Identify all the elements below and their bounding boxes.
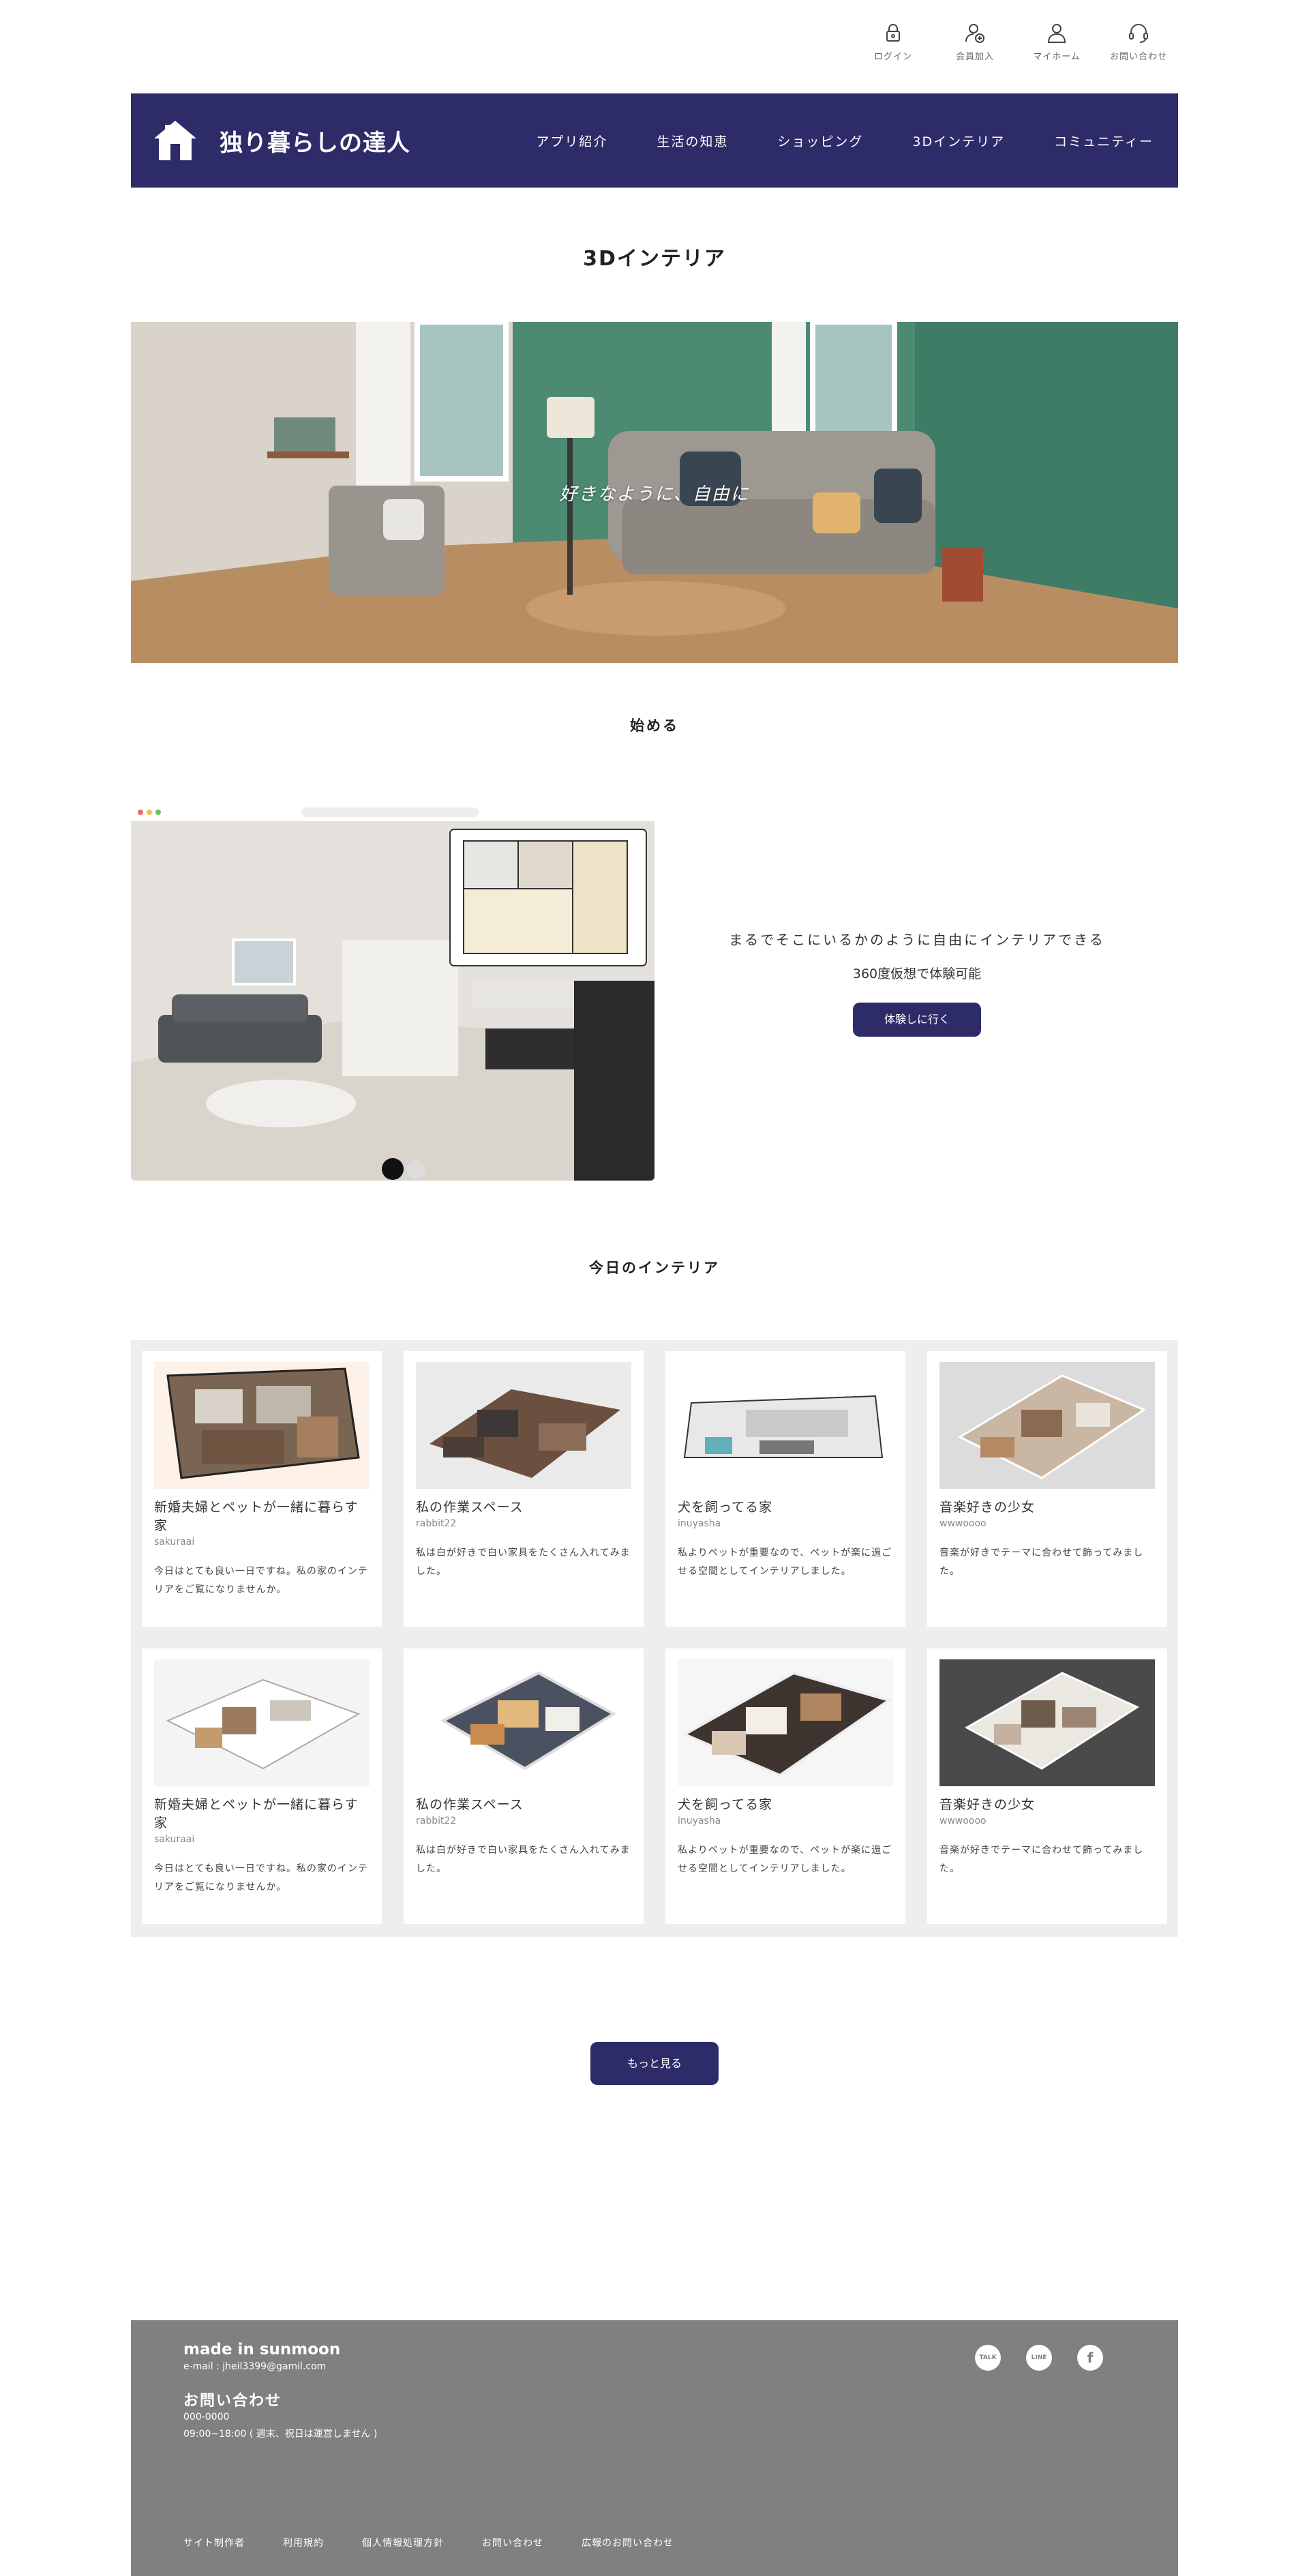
card-title: 犬を飼ってる家 — [678, 1500, 773, 1515]
interior-card[interactable]: 犬を飼ってる家 inuyasha 私よりペットが重要なので、ペットが楽に過ごせる… — [665, 1351, 905, 1627]
hero-caption: 好きなように、自由に — [559, 484, 750, 505]
card-title: 音楽好きの少女 — [939, 1797, 1036, 1812]
nav-item-shopping[interactable]: ショッピング — [777, 132, 863, 150]
card-image — [939, 1659, 1155, 1786]
interior-card[interactable]: 音楽好きの少女 wwwoooo 音楽が好きでテーマに合わせて飾ってみました。 — [927, 1351, 1167, 1627]
today-heading: 今日のインテリア — [589, 1260, 720, 1276]
card-desc: 今日はとても良い一日ですね。私の家のインテリアをご覧になりませんか。 — [154, 1566, 368, 1595]
card-user: inuyasha — [678, 1816, 721, 1826]
line-icon[interactable]: LINE — [1026, 2345, 1052, 2371]
card-desc: 今日はとても良い一日ですね。私の家のインテリアをご覧になりませんか。 — [154, 1863, 368, 1893]
virtual-tour-preview[interactable] — [131, 803, 654, 1181]
nav-item-life-tips[interactable]: 生活の知恵 — [657, 132, 728, 150]
card-user: sakuraai — [154, 1537, 195, 1548]
house-icon — [154, 121, 196, 160]
card-user: wwwoooo — [939, 1518, 987, 1529]
try-it-button[interactable]: 体験しに行く — [853, 1003, 981, 1037]
login-link[interactable]: ログイン — [852, 20, 934, 62]
card-desc: 私は白が好きで白い家具をたくさん入れてみました。 — [416, 1548, 631, 1577]
kakaotalk-icon[interactable]: TALK — [975, 2345, 1001, 2371]
card-user: wwwoooo — [939, 1816, 987, 1826]
social-links: TALK LINE f — [975, 2345, 1103, 2371]
nav-item-app-intro[interactable]: アプリ紹介 — [536, 132, 607, 150]
contact-link[interactable]: お問い合わせ — [1098, 20, 1179, 62]
nav-item-3d-interior[interactable]: 3Dインテリア — [912, 132, 1005, 150]
start-text: まるでそこにいるかのように自由にインテリアできる 360度仮想で体験可能 体験し… — [682, 929, 1152, 1037]
hero-banner: 好きなように、自由に — [131, 322, 1178, 663]
card-title: 新婚夫婦とペットが一緒に暮らす家 — [154, 1797, 359, 1831]
footer-hours: 09:00~18:00 ( 週末、祝日は運営しません ) — [183, 2429, 378, 2440]
card-user: rabbit22 — [416, 1816, 457, 1826]
start-sub: 360度仮想で体験可能 — [852, 966, 982, 981]
start-heading: 始める — [630, 717, 679, 734]
footer-link-pr-contact[interactable]: 広報のお問い合わせ — [582, 2536, 674, 2549]
start-lead: まるでそこにいるかのように自由にインテリアできる — [729, 932, 1105, 948]
interior-card[interactable]: 新婚夫婦とペットが一緒に暮らす家 sakuraai 今日はとても良い一日ですね。… — [142, 1351, 382, 1627]
site-logo[interactable]: 独り暮らしの達人 — [151, 117, 410, 164]
card-title: 私の作業スペース — [416, 1500, 524, 1515]
main-nav: アプリ紹介 生活の知恵 ショッピング 3Dインテリア コミュニティー — [487, 132, 1154, 150]
utility-nav: ログイン 会員加入 マイホーム お問い合わせ — [852, 20, 1179, 62]
card-user: sakuraai — [154, 1834, 195, 1845]
add-user-icon — [965, 24, 984, 43]
footer-link-creator[interactable]: サイト制作者 — [183, 2536, 245, 2549]
page-title: 3Dインテリア — [583, 247, 726, 271]
card-image — [678, 1362, 893, 1489]
card-image — [939, 1362, 1155, 1489]
card-image — [416, 1659, 631, 1786]
card-title: 私の作業スペース — [416, 1797, 524, 1812]
interior-card[interactable]: 犬を飼ってる家 inuyasha 私よりペットが重要なので、ペットが楽に過ごせる… — [665, 1648, 905, 1924]
card-image — [154, 1659, 370, 1786]
signup-label: 会員加入 — [955, 52, 994, 62]
footer-links: サイト制作者 利用規約 個人情報処理方針 お問い合わせ 広報のお問い合わせ — [183, 2536, 712, 2549]
login-label: ログイン — [873, 52, 912, 62]
lock-icon — [886, 24, 900, 42]
footer-brand: made in sunmoon — [183, 2341, 341, 2358]
footer-phone: 000-0000 — [183, 2412, 230, 2423]
card-desc: 私よりペットが重要なので、ペットが楽に過ごせる空間としてインテリアしました。 — [678, 1548, 892, 1577]
contact-label: お問い合わせ — [1109, 52, 1167, 62]
interior-card[interactable]: 新婚夫婦とペットが一緒に暮らす家 sakuraai 今日はとても良い一日ですね。… — [142, 1648, 382, 1924]
card-image — [154, 1362, 370, 1489]
card-title: 新婚夫婦とペットが一緒に暮らす家 — [154, 1500, 359, 1533]
card-user: rabbit22 — [416, 1518, 457, 1529]
footer-link-terms[interactable]: 利用規約 — [283, 2536, 324, 2549]
card-desc: 音楽が好きでテーマに合わせて飾ってみました。 — [939, 1548, 1144, 1577]
card-title: 音楽好きの少女 — [939, 1500, 1036, 1515]
card-user: inuyasha — [678, 1518, 721, 1529]
footer-link-contact[interactable]: お問い合わせ — [482, 2536, 543, 2549]
card-image — [416, 1362, 631, 1489]
facebook-icon[interactable]: f — [1077, 2345, 1103, 2371]
nav-item-community[interactable]: コミュニティー — [1054, 132, 1154, 150]
more-button[interactable]: もっと見る — [590, 2042, 719, 2085]
interior-card[interactable]: 音楽好きの少女 wwwoooo 音楽が好きでテーマに合わせて飾ってみました。 — [927, 1648, 1167, 1924]
footer-contact-title: お問い合わせ — [183, 2393, 282, 2410]
tour-screenshot — [131, 803, 654, 1181]
card-desc: 音楽が好きでテーマに合わせて飾ってみました。 — [939, 1845, 1144, 1874]
site-footer: made in sunmoon e-mail : jheil3399@gamil… — [131, 2320, 1178, 2576]
interior-card[interactable]: 私の作業スペース rabbit22 私は白が好きで白い家具をたくさん入れてみまし… — [404, 1351, 644, 1627]
headset-icon — [1129, 24, 1148, 43]
myhome-label: マイホーム — [1033, 52, 1081, 62]
card-title: 犬を飼ってる家 — [678, 1797, 773, 1812]
footer-link-privacy[interactable]: 個人情報処理方針 — [362, 2536, 444, 2549]
myhome-link[interactable]: マイホーム — [1016, 20, 1098, 62]
main-header: 独り暮らしの達人 アプリ紹介 生活の知恵 ショッピング 3Dインテリア コミュニ… — [131, 93, 1178, 188]
logo-text: 独り暮らしの達人 — [220, 129, 410, 157]
signup-link[interactable]: 会員加入 — [934, 20, 1016, 62]
card-desc: 私は白が好きで白い家具をたくさん入れてみました。 — [416, 1845, 631, 1874]
interior-card[interactable]: 私の作業スペース rabbit22 私は白が好きで白い家具をたくさん入れてみまし… — [404, 1648, 644, 1924]
card-image — [678, 1659, 893, 1786]
interior-cards-panel: 新婚夫婦とペットが一緒に暮らす家 sakuraai 今日はとても良い一日ですね。… — [131, 1340, 1178, 1937]
user-icon — [1047, 24, 1066, 43]
card-desc: 私よりペットが重要なので、ペットが楽に過ごせる空間としてインテリアしました。 — [678, 1845, 892, 1874]
footer-email: e-mail : jheil3399@gamil.com — [183, 2361, 327, 2372]
